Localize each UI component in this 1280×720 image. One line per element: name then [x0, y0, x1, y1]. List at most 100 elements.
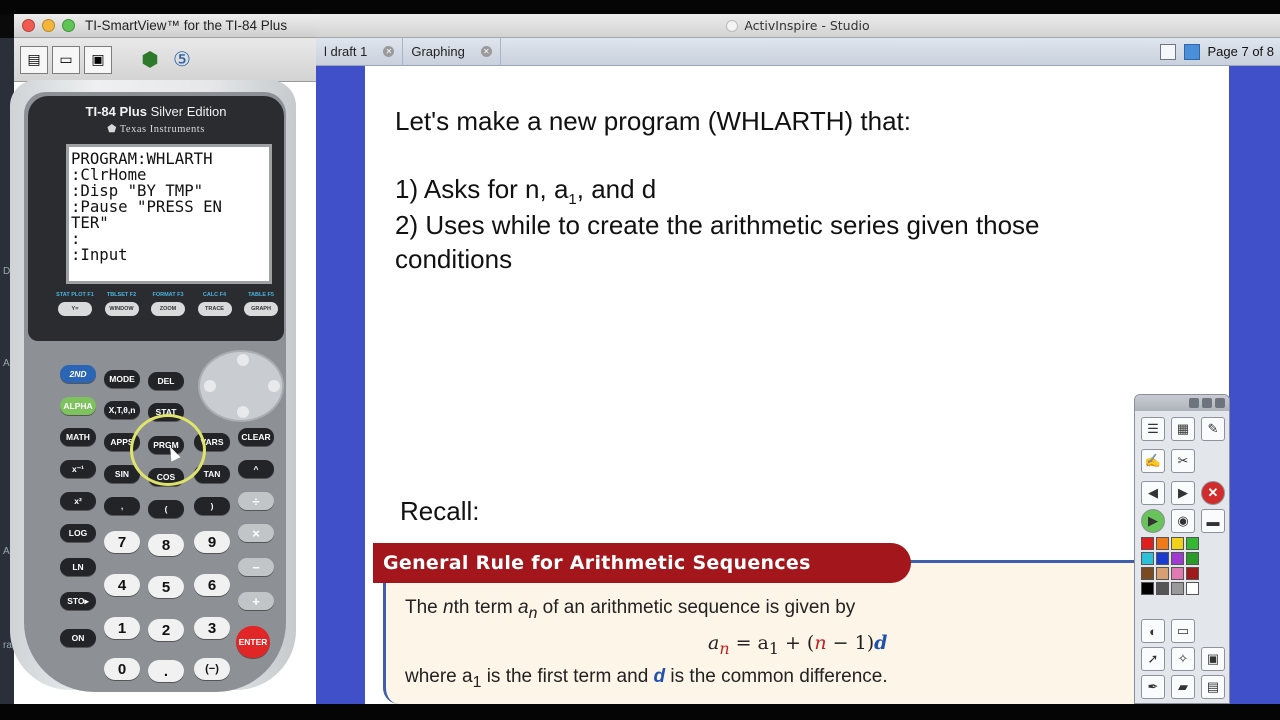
key-math[interactable]: MATH [60, 428, 96, 446]
palette-swatch[interactable] [1171, 582, 1184, 595]
arrow-left-icon[interactable] [204, 380, 216, 392]
key-5[interactable]: 5 [148, 576, 184, 598]
calculator-3d-icon[interactable]: ⬢ [136, 46, 164, 74]
tab-close-icon[interactable]: ✕ [480, 46, 492, 57]
screen-capture-icon[interactable]: ▣ [84, 45, 112, 74]
minimize-window-icon[interactable] [42, 19, 55, 32]
desktop-annotate-icon[interactable]: ✍ [1141, 449, 1165, 473]
tab-close-icon[interactable]: ✕ [383, 46, 395, 57]
key-1[interactable]: 1 [104, 617, 140, 639]
tab-draft-1[interactable]: l draft 1 ✕ [316, 37, 404, 66]
palette-swatch[interactable] [1171, 552, 1184, 565]
key-zoom[interactable]: FORMAT F3 ZOOM [151, 292, 185, 316]
toolbox-menu-icon[interactable] [1189, 398, 1199, 408]
width-slider-icon[interactable]: ◐ [1141, 619, 1165, 643]
key-window[interactable]: TBLSET F2 WINDOW [104, 292, 139, 316]
activinspire-toolbox[interactable]: ☰ ▦ ✎ ✍ ✂ ◀ ▶ ✕ ▶ ◉ ▬ ◐ ▭ ➚ ✧ ▣ ✒ ▰ ▤ [1134, 394, 1230, 704]
arrow-down-icon[interactable] [237, 406, 249, 418]
open-folder-icon[interactable]: ▭ [52, 45, 80, 74]
key-decimal[interactable]: . [148, 660, 184, 682]
key-8[interactable]: 8 [148, 534, 184, 556]
palette-swatch[interactable] [1141, 537, 1154, 550]
page-icon[interactable]: ▭ [1171, 619, 1195, 643]
clear-icon[interactable]: ▣ [1201, 647, 1225, 671]
toolbox-header[interactable] [1135, 395, 1229, 411]
zoom-window-icon[interactable] [62, 19, 75, 32]
key-enter[interactable]: ENTER [236, 626, 270, 658]
open-doc-icon[interactable]: ▤ [20, 45, 48, 74]
toolbox-row: ➚ ✧ ▣ [1141, 647, 1225, 671]
eraser-icon[interactable]: ▤ [1201, 675, 1225, 699]
arrow-right-icon[interactable] [268, 380, 280, 392]
page-sorter-icon[interactable] [1159, 43, 1176, 60]
key-multiply[interactable]: × [238, 524, 274, 542]
key-trace[interactable]: CALC F4 TRACE [197, 292, 232, 316]
key-left-paren[interactable]: ( [148, 500, 184, 518]
key-xton[interactable]: X,T,θ,n [104, 401, 140, 419]
desktop-tools-icon[interactable]: ✂ [1171, 449, 1195, 473]
key-4[interactable]: 4 [104, 574, 140, 596]
key-mode[interactable]: MODE [104, 370, 140, 388]
key-right-paren[interactable]: ) [194, 497, 230, 515]
palette-swatch[interactable] [1156, 552, 1169, 565]
key-sto[interactable]: STO▸ [60, 592, 96, 610]
key-del[interactable]: DEL [148, 372, 184, 390]
snowflake-icon[interactable] [1183, 43, 1200, 60]
key-9[interactable]: 9 [194, 531, 230, 553]
palette-swatch[interactable] [1156, 582, 1169, 595]
palette-swatch[interactable] [1141, 552, 1154, 565]
palette-swatch[interactable] [1141, 582, 1154, 595]
key-clear[interactable]: CLEAR [238, 428, 274, 446]
key-square[interactable]: x² [60, 492, 96, 510]
pen-icon[interactable]: ✒ [1141, 675, 1165, 699]
key-plus[interactable]: + [238, 592, 274, 610]
key-negative[interactable]: (−) [194, 658, 230, 680]
pen-width-icon[interactable]: ▬ [1201, 509, 1225, 533]
palette-swatch[interactable] [1156, 537, 1169, 550]
palette-swatch[interactable] [1171, 537, 1184, 550]
key-graph[interactable]: TABLE F5 GRAPH [244, 292, 278, 316]
play-icon[interactable]: ▶ [1141, 509, 1165, 533]
palette-swatch[interactable] [1186, 582, 1199, 595]
key-7[interactable]: 7 [104, 531, 140, 553]
toolbox-close-icon[interactable] [1215, 398, 1225, 408]
resources-icon[interactable]: ◉ [1171, 509, 1195, 533]
arrow-up-icon[interactable] [237, 354, 249, 366]
key-alpha[interactable]: ALPHA [60, 397, 96, 415]
arrow-keypad[interactable] [198, 350, 284, 422]
key-minus[interactable]: − [238, 558, 274, 576]
key-log[interactable]: LOG [60, 524, 96, 542]
key-caret[interactable]: ^ [238, 460, 274, 478]
previous-page-icon[interactable]: ◀ [1141, 481, 1165, 505]
select-icon[interactable]: ➚ [1141, 647, 1165, 671]
key-y-equals[interactable]: STAT PLOT F1 Y= [56, 292, 94, 316]
palette-swatch[interactable] [1186, 567, 1199, 580]
close-window-icon[interactable] [22, 19, 35, 32]
main-menu-icon[interactable]: ☰ [1141, 417, 1165, 441]
key-2[interactable]: 2 [148, 619, 184, 641]
browser-icon[interactable]: ▦ [1171, 417, 1195, 441]
highlighter-icon[interactable]: ▰ [1171, 675, 1195, 699]
key-comma[interactable]: , [104, 497, 140, 515]
tools-icon[interactable]: ✎ [1201, 417, 1225, 441]
key-0[interactable]: 0 [104, 658, 140, 680]
key-2nd[interactable]: 2ND [60, 365, 96, 383]
next-page-icon[interactable]: ▶ [1171, 481, 1195, 505]
color-palette[interactable] [1141, 537, 1201, 595]
reset-page-icon[interactable]: ✕ [1201, 481, 1225, 505]
key-divide[interactable]: ÷ [238, 492, 274, 510]
key-inverse[interactable]: x⁻¹ [60, 460, 96, 478]
history-icon[interactable]: ⑤ [168, 46, 196, 74]
key-on[interactable]: ON [60, 629, 96, 647]
magic-ink-icon[interactable]: ✧ [1171, 647, 1195, 671]
palette-swatch[interactable] [1186, 552, 1199, 565]
key-ln[interactable]: LN [60, 558, 96, 576]
palette-swatch[interactable] [1171, 567, 1184, 580]
key-6[interactable]: 6 [194, 574, 230, 596]
palette-swatch[interactable] [1186, 537, 1199, 550]
tab-graphing[interactable]: Graphing ✕ [403, 37, 501, 66]
key-3[interactable]: 3 [194, 617, 230, 639]
palette-swatch[interactable] [1156, 567, 1169, 580]
toolbox-pin-icon[interactable] [1202, 398, 1212, 408]
palette-swatch[interactable] [1141, 567, 1154, 580]
